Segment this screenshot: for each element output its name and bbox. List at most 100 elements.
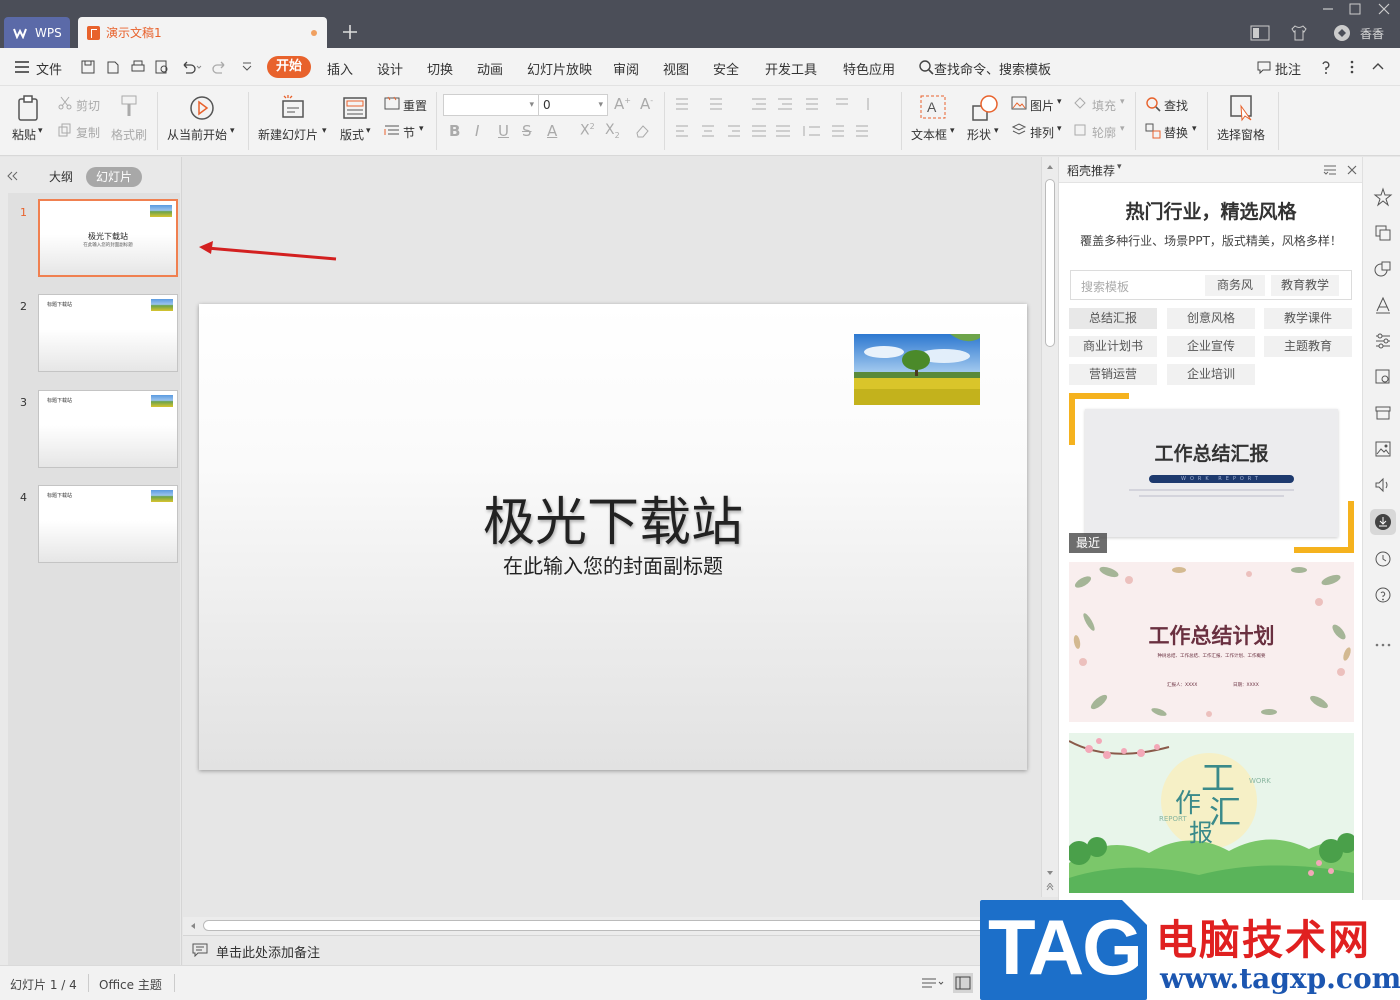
cut-button[interactable]: 剪切 [76,97,100,114]
copy-button[interactable]: 复制 [76,124,100,141]
panel-header-title[interactable]: 稻壳推荐 [1067,162,1115,179]
tab-slides[interactable]: 幻灯片 [86,167,142,187]
scroll-up-icon[interactable] [1045,163,1055,171]
command-search[interactable]: 查找命令、搜索模板 [934,59,1051,78]
redo-icon[interactable] [212,59,228,75]
vertical-scrollbar[interactable] [1041,157,1058,897]
vertical-scroll-thumb[interactable] [1045,179,1055,347]
arrange-button[interactable]: 排列 [1030,124,1054,141]
section-button[interactable]: 节 [403,124,415,141]
chevron-down-icon[interactable]: ▾ [1117,162,1122,172]
help-icon[interactable] [1318,59,1334,75]
customize-toolbar-icon[interactable] [240,61,254,73]
new-tab-plus-icon[interactable] [340,22,360,42]
username[interactable]: 香香 [1360,20,1384,46]
more-options-icon[interactable] [1344,59,1360,75]
category-business-plan[interactable]: 商业计划书 [1069,336,1157,357]
template-search-box[interactable]: 搜索模板 商务风 教育教学 [1070,270,1352,300]
tab-review[interactable]: 审阅 [613,59,639,78]
close-window-icon[interactable] [1372,2,1396,16]
bold-icon[interactable]: B [449,122,460,140]
slide-thumbnail-2[interactable]: 标题下载站 [38,294,178,372]
tab-insert[interactable]: 插入 [327,59,353,78]
search-placeholder[interactable]: 搜索模板 [1081,278,1129,295]
tab-special-apps[interactable]: 特色应用 [843,59,895,78]
grow-font-icon[interactable]: A+ [614,95,631,113]
paste-button[interactable]: 粘贴 [12,126,36,143]
slide-title[interactable]: 极光下载站 [199,480,1027,555]
scroll-left-icon[interactable] [189,922,197,930]
slide-thumbnail-4[interactable]: 标题下载站 [38,485,178,563]
paste-icon[interactable] [16,94,42,122]
skin-shirt-icon[interactable] [1290,24,1308,42]
category-summary-report[interactable]: 总结汇报 [1069,308,1157,329]
template-recommend-active[interactable] [1370,509,1396,535]
search-tag-business[interactable]: 商务风 [1205,275,1265,296]
tab-design[interactable]: 设计 [377,59,403,78]
archive-icon[interactable] [1373,403,1393,423]
slide-landscape-picture[interactable] [854,334,980,405]
normal-view-icon[interactable] [952,972,974,994]
file-menu[interactable]: 文件 [36,59,62,78]
notes-view-icon[interactable] [920,975,946,991]
more-icon[interactable] [1373,635,1393,655]
panel-menu-icon[interactable] [1323,164,1337,176]
slide-thumbnail-1[interactable]: 极光下载站 在此输入您的封面副标题 [38,199,178,277]
font-color-icon[interactable]: A [547,122,557,140]
search-tag-education[interactable]: 教育教学 [1271,275,1339,296]
tab-transition[interactable]: 切换 [427,59,453,78]
subscript-icon[interactable]: X2 [605,122,620,140]
audio-icon[interactable] [1373,475,1393,495]
slide-subtitle[interactable]: 在此输入您的封面副标题 [199,550,1027,579]
list-alignment-row1[interactable] [674,96,874,112]
notes-pane[interactable]: 单击此处添加备注 [183,935,1043,965]
category-training[interactable]: 企业培训 [1167,364,1255,385]
category-marketing[interactable]: 营销运营 [1069,364,1157,385]
tab-animation[interactable]: 动画 [477,59,503,78]
slide-copy-icon[interactable] [1373,223,1393,243]
category-courseware[interactable]: 教学课件 [1264,308,1352,329]
export-pdf-icon[interactable] [105,59,121,75]
help-circle-icon[interactable] [1373,585,1393,605]
shapes-icon[interactable] [1373,259,1393,279]
user-avatar-icon[interactable] [1333,24,1351,42]
hamburger-menu-icon[interactable] [14,60,30,74]
tab-document[interactable]: 演示文稿1 [78,17,327,48]
history-icon[interactable] [1373,549,1393,569]
close-panel-icon[interactable] [1346,164,1358,176]
star-icon[interactable] [1373,187,1393,207]
category-theme-education[interactable]: 主题教育 [1264,336,1352,357]
tab-security[interactable]: 安全 [713,59,739,78]
picture-button[interactable]: 图片 [1030,97,1054,114]
format-painter-button[interactable]: 格式刷 [111,126,147,143]
superscript-icon[interactable]: X2 [580,122,595,139]
selection-pane-button[interactable]: 选择窗格 [1217,126,1265,143]
collapse-ribbon-icon[interactable] [1370,59,1386,75]
print-preview-icon[interactable] [154,59,170,75]
textbox-button[interactable]: 文本框 [911,126,947,143]
picture-gallery-icon[interactable] [1373,439,1393,459]
shrink-font-icon[interactable]: A- [640,95,653,113]
tab-slideshow[interactable]: 幻灯片放映 [527,59,592,78]
layout-icon[interactable] [1250,25,1270,41]
tab-developer[interactable]: 开发工具 [765,59,817,78]
theme-name[interactable]: Office 主题 [99,976,162,993]
shape-button[interactable]: 形状 [967,126,991,143]
find-button[interactable]: 查找 [1164,97,1188,114]
replace-button[interactable]: 替换 [1164,124,1188,141]
horizontal-scrollbar[interactable] [183,917,1043,935]
image-search-icon[interactable] [1373,367,1393,387]
italic-icon[interactable]: I [475,122,479,140]
template-card-work-plan[interactable]: 工作总结计划 种树总结、工作总结、工作汇报、工作计划、工作概要 汇报人：XXXX… [1069,562,1354,722]
tab-wps-home[interactable]: WPS [4,17,70,48]
from-current-button[interactable]: 从当前开始 [167,126,227,143]
slide-canvas[interactable]: 极光下载站 在此输入您的封面副标题 [199,304,1027,770]
underline-icon[interactable]: U [498,122,509,140]
tab-view[interactable]: 视图 [663,59,689,78]
notes-placeholder[interactable]: 单击此处添加备注 [216,942,320,961]
collapse-panel-icon[interactable] [6,170,18,182]
previous-slide-icon[interactable] [1045,883,1055,891]
category-corporate-promo[interactable]: 企业宣传 [1167,336,1255,357]
properties-sliders-icon[interactable] [1373,331,1393,351]
template-card-green-work-report[interactable]: 工 作 汇 报 WORK REPORT [1069,733,1354,893]
